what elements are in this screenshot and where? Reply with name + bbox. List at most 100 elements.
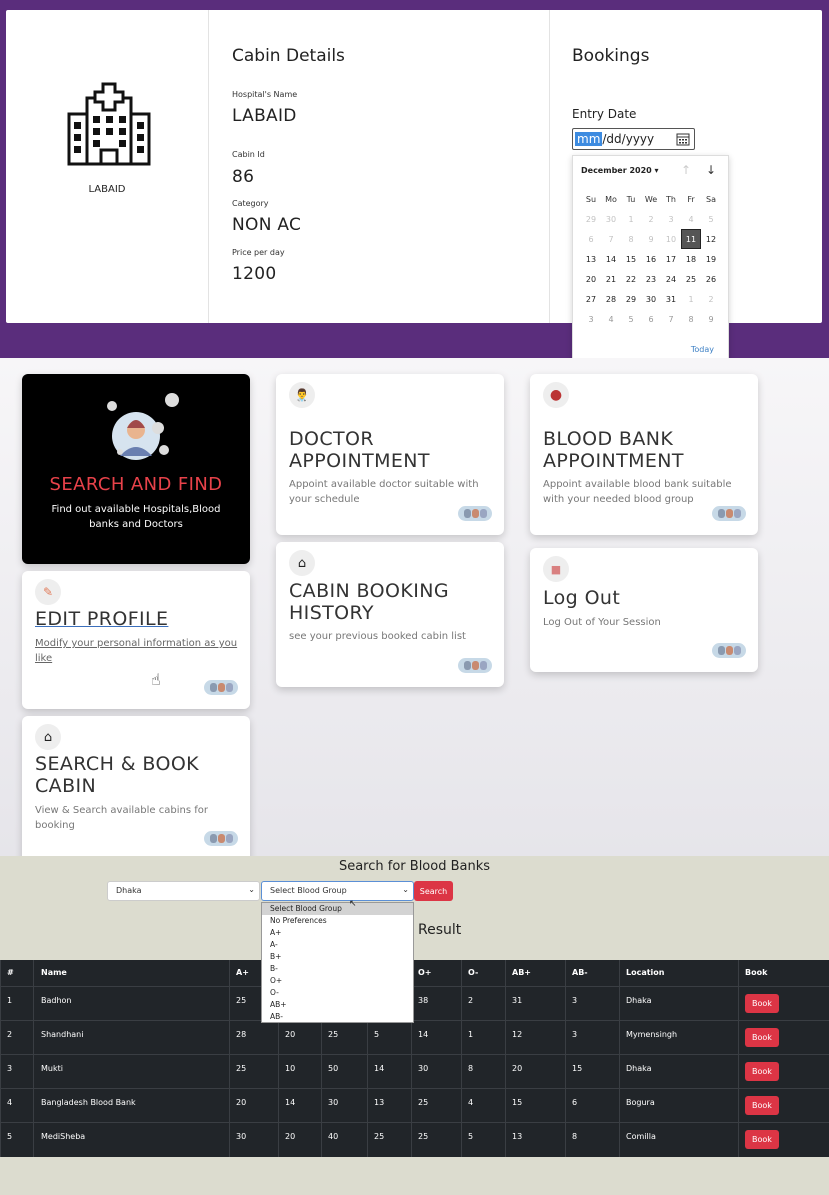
calendar-day[interactable]: 4	[681, 209, 701, 229]
book-button[interactable]: Book	[745, 1062, 779, 1081]
calendar-day[interactable]: 2	[701, 289, 721, 309]
calendar-day[interactable]: 19	[701, 249, 721, 269]
cabin-id-label: Cabin Id	[232, 150, 265, 159]
date-month-segment[interactable]: mm	[575, 132, 603, 146]
blood-bank-table: #NameA+A-B+B-O+O-AB+AB-LocationBook1Badh…	[0, 960, 829, 1157]
calendar-day[interactable]: 27	[581, 289, 601, 309]
calendar-day[interactable]: 12	[701, 229, 721, 249]
card-description: see your previous booked cabin list	[289, 631, 466, 642]
search-button[interactable]: Search	[414, 881, 453, 901]
calendar-day[interactable]: 26	[701, 269, 721, 289]
calendar-day[interactable]: 6	[581, 229, 601, 249]
table-cell: Badhon	[41, 996, 72, 1005]
calendar-day[interactable]: 24	[661, 269, 681, 289]
book-button[interactable]: Book	[745, 1028, 779, 1047]
card-description: Appoint available doctor suitable with y…	[289, 479, 479, 505]
bookings-title: Bookings	[572, 46, 650, 66]
dropdown-option[interactable]: B-	[262, 963, 413, 975]
dropdown-option[interactable]: A+	[262, 927, 413, 939]
calendar-day[interactable]: 6	[641, 309, 661, 329]
dropdown-option[interactable]: AB+	[262, 999, 413, 1011]
calendar-day[interactable]: 9	[701, 309, 721, 329]
calendar-day[interactable]: 17	[661, 249, 681, 269]
result-heading: Result	[418, 922, 462, 938]
search-and-find-card[interactable]: SEARCH AND FIND Find out available Hospi…	[22, 374, 250, 564]
calendar-day[interactable]: 10	[661, 229, 681, 249]
table-cell: Mukti	[41, 1064, 63, 1073]
table-cell: 2	[7, 1030, 13, 1039]
dropdown-option[interactable]: O-	[262, 987, 413, 999]
book-button[interactable]: Book	[745, 1096, 779, 1115]
table-row: 2 Shandhani 28 20 25 5 14 1 12 3 Mymensingh Book	[0, 1020, 829, 1054]
dropdown-option[interactable]: Select Blood Group	[262, 903, 413, 915]
calendar-day[interactable]: 18	[681, 249, 701, 269]
table-cell: 8	[572, 1132, 578, 1141]
table-cell: 38	[418, 996, 429, 1005]
calendar-day[interactable]: 31	[661, 289, 681, 309]
weekday-header: Fr	[687, 194, 695, 204]
calendar-day[interactable]: 30	[601, 209, 621, 229]
table-cell: 4	[468, 1098, 474, 1107]
blood-bank-appointment-card[interactable]: ● BLOOD BANK APPOINTMENT Appoint availab…	[530, 374, 758, 535]
dropdown-option[interactable]: A-	[262, 939, 413, 951]
calendar-day[interactable]: 15	[621, 249, 641, 269]
calendar-day[interactable]: 16	[641, 249, 661, 269]
calendar-icon[interactable]	[676, 132, 690, 146]
cabin-booking-history-card[interactable]: ⌂ CABIN BOOKING HISTORY see your previou…	[276, 542, 504, 687]
month-selector[interactable]: December 2020 ▾	[581, 166, 659, 175]
calendar-day[interactable]: 28	[601, 289, 621, 309]
dropdown-option[interactable]: B+	[262, 951, 413, 963]
doctor-appointment-card[interactable]: 👨‍⚕ DOCTOR APPOINTMENT Appoint available…	[276, 374, 504, 535]
edit-profile-card[interactable]: ✎ EDIT PROFILE Modify your personal info…	[22, 571, 250, 709]
calendar-day[interactable]: 22	[621, 269, 641, 289]
table-row: 5 MediSheba 30 20 40 25 25 5 13 8 Comilla Book	[0, 1122, 829, 1156]
book-button[interactable]: Book	[745, 1130, 779, 1149]
calendar-day[interactable]: 8	[681, 309, 701, 329]
calendar-day[interactable]: 13	[581, 249, 601, 269]
book-button[interactable]: Book	[745, 994, 779, 1013]
calendar-day[interactable]: 1	[681, 289, 701, 309]
blood-group-select[interactable]: Select Blood Group ⌄	[261, 881, 414, 901]
calendar-day[interactable]: 23	[641, 269, 661, 289]
search-book-cabin-card[interactable]: ⌂ SEARCH & BOOK CABIN View & Search avai…	[22, 716, 250, 866]
table-cell: 20	[512, 1064, 523, 1073]
calendar-day[interactable]: 30	[641, 289, 661, 309]
calendar-day[interactable]: 9	[641, 229, 661, 249]
calendar-day[interactable]: 14	[601, 249, 621, 269]
calendar-day[interactable]: 3	[661, 209, 681, 229]
table-cell: 14	[418, 1030, 429, 1039]
table-cell: Bogura	[626, 1098, 655, 1107]
calendar-day[interactable]: 25	[681, 269, 701, 289]
table-header-row: #NameA+A-B+B-O+O-AB+AB-LocationBook	[0, 960, 829, 986]
calendar-day[interactable]: 7	[661, 309, 681, 329]
calendar-day[interactable]: 1	[621, 209, 641, 229]
calendar-day[interactable]: 29	[621, 289, 641, 309]
calendar-day[interactable]: 3	[581, 309, 601, 329]
calendar-day[interactable]: 21	[601, 269, 621, 289]
arrow-up-icon[interactable]: ↑	[681, 163, 691, 177]
calendar-day[interactable]: 5	[621, 309, 641, 329]
dropdown-option[interactable]: O+	[262, 975, 413, 987]
calendar-day[interactable]: 4	[601, 309, 621, 329]
dropdown-option[interactable]: AB-	[262, 1011, 413, 1023]
calendar-day[interactable]: 29	[581, 209, 601, 229]
location-select[interactable]: Dhaka ⌄	[107, 881, 260, 901]
calendar-day[interactable]: 11	[681, 229, 701, 249]
chevron-down-icon: ⌄	[402, 885, 409, 894]
table-cell: 4	[7, 1098, 13, 1107]
calendar-day[interactable]: 2	[641, 209, 661, 229]
logout-icon: ■	[543, 556, 569, 582]
calendar-day[interactable]: 7	[601, 229, 621, 249]
dropdown-option[interactable]: No Preferences	[262, 915, 413, 927]
table-row: 3 Mukti 25 10 50 14 30 8 20 15 Dhaka Book	[0, 1054, 829, 1088]
calendar-day[interactable]: 5	[701, 209, 721, 229]
blood-drop-icon: ●	[543, 382, 569, 408]
log-out-card[interactable]: ■ Log Out Log Out of Your Session	[530, 548, 758, 672]
date-rest-segment[interactable]: /dd/yyyy	[602, 132, 654, 146]
entry-date-input[interactable]: mm/dd/yyyy	[572, 128, 695, 150]
calendar-day[interactable]: 20	[581, 269, 601, 289]
calendar-day[interactable]: 8	[621, 229, 641, 249]
arrow-down-icon[interactable]: ↓	[706, 163, 716, 177]
today-button[interactable]: Today	[691, 345, 714, 354]
table-cell: 5	[468, 1132, 474, 1141]
